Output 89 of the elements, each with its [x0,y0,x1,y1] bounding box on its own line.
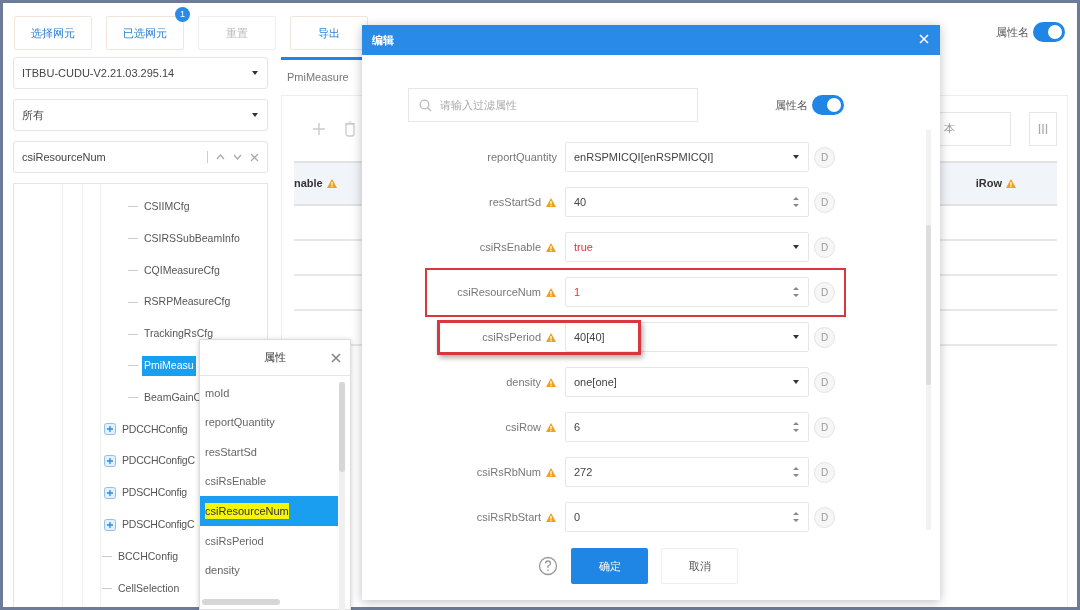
warning-icon [545,466,557,478]
select-field[interactable]: enRSPMICQI[enRSPMICQI] [565,142,809,172]
columns-icon [1038,122,1048,135]
number-field[interactable]: 40 [565,187,809,217]
toolbar-button[interactable]: 已选网元 [106,16,184,50]
field-label: csiRsEnable [479,239,541,255]
count-badge: 1 [175,7,190,22]
cancel-button[interactable]: 取消 [661,548,738,584]
tree-item[interactable]: PDCCHConfigC [120,451,197,472]
dropdown-caret-icon [251,111,259,119]
number-field[interactable]: 0 [565,502,809,532]
field-label: csiRsRbStart [476,509,541,525]
attribute-item[interactable]: resStartSd [200,437,338,467]
popup-title: 属性 [264,350,286,366]
help-icon[interactable] [538,556,558,576]
select-field[interactable]: 所有 [13,99,268,131]
toggle-label: 属性名 [996,24,1029,40]
search-icon [419,98,432,112]
number-field[interactable]: 1 [565,277,809,307]
attribute-item[interactable]: csiResourceNum [200,496,338,526]
toolbar-button[interactable]: 选择网元 [14,16,92,50]
select-field[interactable]: 40[40] [565,322,809,352]
select-field[interactable]: ITBBU-CUDU-V2.21.03.295.14 [13,57,268,89]
expand-icon[interactable] [104,423,116,436]
warning-icon [1005,178,1017,189]
select-field[interactable]: one[one] [565,367,809,397]
tree-item[interactable]: BCCHConfig [116,546,181,567]
attribute-item[interactable]: density [200,555,338,586]
attribute-item[interactable]: csiRsEnable [200,466,338,497]
warning-icon [545,196,557,208]
toggle-switch[interactable] [1033,22,1065,42]
toolbar-button[interactable]: 导出 [290,16,368,50]
scrollbar[interactable] [202,599,280,605]
field-label: resStartSd [489,194,541,210]
separator-icon [207,151,208,163]
field-label: csiRsRbNum [476,464,541,480]
close-icon[interactable] [250,152,259,162]
tree-item[interactable]: PDCCHConfig [120,419,190,440]
dropdown-caret-icon [792,378,800,386]
column-settings-button[interactable] [1029,111,1057,146]
tree-item[interactable]: CSIIMCfg [142,197,192,217]
expand-icon[interactable] [104,487,116,500]
tree-item[interactable]: RSRPMeasureCfg [142,292,233,313]
close-button[interactable] [330,352,342,364]
warning-icon [545,511,557,523]
field-label: csiRow [505,419,541,435]
number-field[interactable]: 6 [565,412,809,442]
attribute-item[interactable]: reportQuantity [200,407,338,438]
attribute-item[interactable]: csiRsPeriod [200,525,338,556]
expand-icon[interactable] [104,455,116,468]
tree-item[interactable]: PDSCHConfig [120,483,189,503]
warning-icon [545,241,557,253]
close-icon [330,352,342,364]
field-label: csiResourceNum [457,284,541,300]
toggle-switch[interactable] [812,95,844,115]
tree-item[interactable]: CellSelection [116,578,182,599]
field-label: csiRsPeriod [482,329,541,345]
tree-item[interactable]: PDSCHConfigC [120,515,197,535]
trash-icon[interactable] [344,120,356,137]
dropdown-caret-icon [251,69,259,77]
field-label: density [506,374,541,390]
close-icon [918,33,930,45]
search-field[interactable]: csiResourceNum [13,141,268,173]
confirm-button[interactable]: 确定 [571,548,648,584]
dialog-title: 编辑 [372,32,394,48]
tree-item[interactable]: CSIRSSubBeamInfo [142,228,242,249]
tree-item[interactable]: CQIMeasureCfg [142,260,222,281]
field-label: reportQuantity [487,149,557,165]
tree-item[interactable]: TrackingRsCfg [142,324,216,344]
warning-icon [545,286,557,298]
column-header: nable [294,176,323,192]
expand-icon[interactable] [104,518,116,531]
column-header: iRow [975,176,1002,192]
warning-icon [545,421,557,433]
number-field[interactable]: 272 [565,457,809,487]
spinner-icon[interactable] [792,197,800,207]
spinner-icon[interactable] [792,422,800,432]
scrollbar[interactable] [339,382,345,610]
spinner-icon[interactable] [792,287,800,297]
spinner-icon[interactable] [792,512,800,522]
dropdown-caret-icon [792,333,800,341]
warning-icon [545,331,557,343]
select-field[interactable]: true [565,232,809,262]
toggle-label: 属性名 [775,97,808,113]
warning-icon [325,178,338,189]
scrollbar[interactable] [926,129,931,530]
warning-icon [545,376,557,388]
spinner-icon[interactable] [792,467,800,477]
dropdown-caret-icon [792,243,800,251]
